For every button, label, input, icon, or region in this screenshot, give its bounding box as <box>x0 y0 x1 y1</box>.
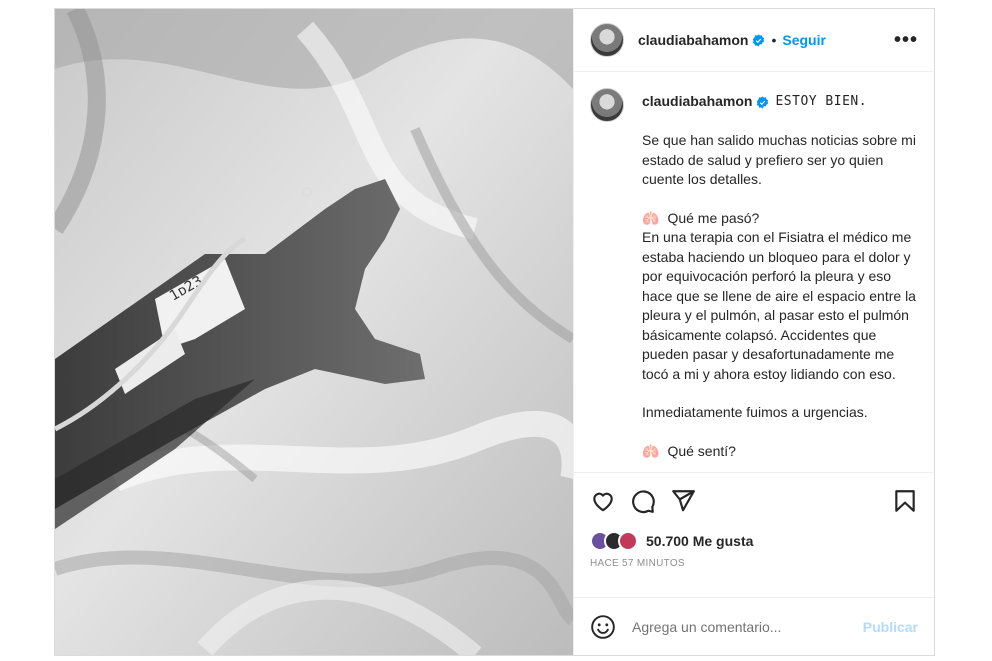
caption-paragraph: Se que han salido muchas noticias sobre … <box>642 132 916 187</box>
send-icon[interactable] <box>670 488 696 514</box>
caption-area[interactable]: claudiabahamon ESTOY BIEN. Se que han sa… <box>574 72 934 472</box>
bookmark-icon[interactable] <box>892 488 918 514</box>
separator-dot: • <box>771 32 777 48</box>
verified-badge-icon <box>757 95 769 109</box>
caption-paragraph: En una terapia con el Fisiatra el médico… <box>642 229 916 382</box>
heart-icon[interactable] <box>590 488 616 514</box>
avatar[interactable] <box>590 23 624 57</box>
post-timestamp[interactable]: HACE 57 MINUTOS <box>574 554 934 576</box>
more-options-icon[interactable]: ••• <box>894 30 918 50</box>
lungs-icon: 🫁 <box>642 209 660 226</box>
instagram-post: 1ᴅ23 claudiabahamon • Seguir ••• claudia… <box>54 8 935 656</box>
caption-headline: ESTOY BIEN. <box>775 94 868 110</box>
caption-section: 🫁 Qué me pasó? En una terapia con el Fisia… <box>642 209 918 385</box>
likes-row: 50.700 Me gusta <box>574 528 934 554</box>
caption-body: claudiabahamon ESTOY BIEN. Se que han sa… <box>642 88 918 461</box>
likes-count[interactable]: 50.700 Me gusta <box>646 533 753 549</box>
comment-icon[interactable] <box>630 488 656 514</box>
post-photo[interactable]: 1ᴅ23 <box>55 9 573 655</box>
caption-section: 🫁 Qué sentí? <box>642 442 918 462</box>
action-bar <box>574 472 934 528</box>
follow-button[interactable]: Seguir <box>782 32 826 48</box>
emoji-icon[interactable] <box>590 614 616 640</box>
caption-section-title: Qué me pasó? <box>667 209 760 226</box>
comment-box: Publicar <box>574 597 934 655</box>
username-link[interactable]: claudiabahamon <box>638 32 748 48</box>
liker-avatars[interactable] <box>590 531 638 551</box>
post-sidebar: claudiabahamon • Seguir ••• claudiabaham… <box>573 9 934 655</box>
caption-avatar[interactable] <box>590 88 624 122</box>
comment-input[interactable] <box>632 618 863 635</box>
publish-button[interactable]: Publicar <box>863 619 918 635</box>
verified-badge-icon <box>753 33 765 47</box>
hospital-hand-photo: 1ᴅ23 <box>55 9 573 655</box>
caption-paragraph: Inmediatamente fuimos a urgencias. <box>642 404 868 420</box>
caption-username[interactable]: claudiabahamon <box>642 92 752 112</box>
lungs-icon: 🫁 <box>642 442 660 459</box>
post-header: claudiabahamon • Seguir ••• <box>574 9 934 72</box>
caption: claudiabahamon ESTOY BIEN. Se que han sa… <box>590 88 918 461</box>
caption-section-title: Qué sentí? <box>667 442 736 459</box>
